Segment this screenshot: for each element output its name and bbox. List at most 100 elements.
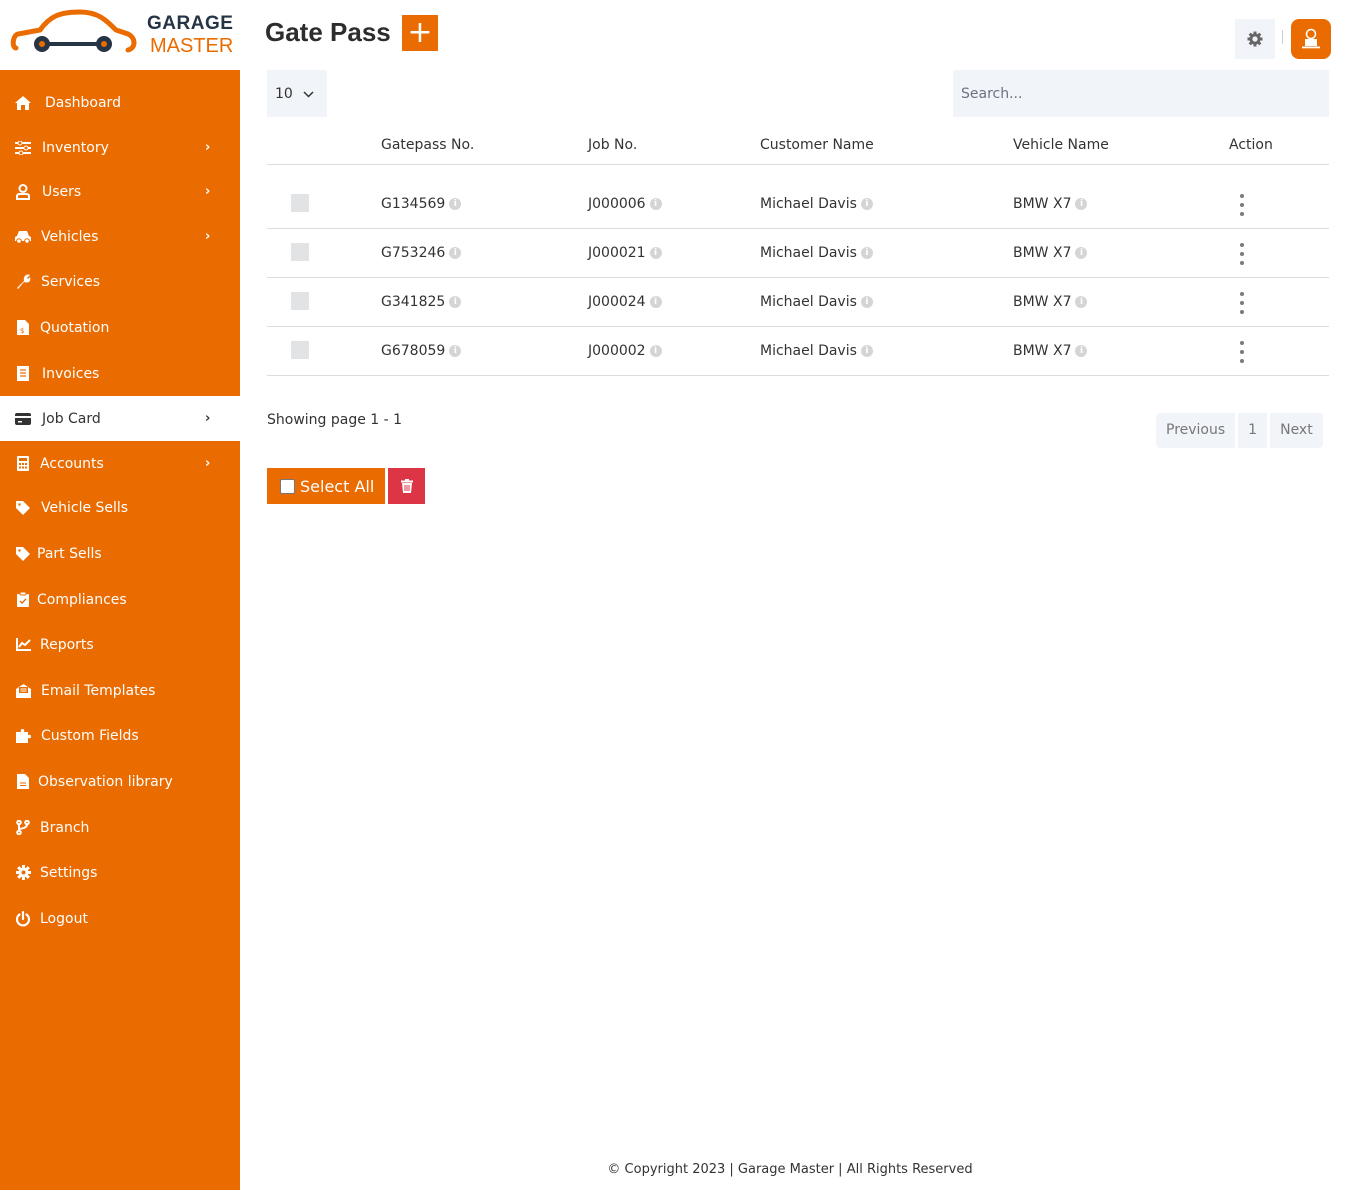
select-all-label: Select All (300, 476, 375, 496)
brand-name-line2: MASTER (150, 35, 234, 57)
user-avatar-button[interactable] (1291, 19, 1331, 59)
info-icon[interactable]: i (1075, 247, 1088, 259)
customer-name: Michael Davis (760, 343, 857, 359)
line-chart-icon (14, 636, 32, 654)
table-row: G341825 i J000024 i Michael Davis i BMW X7 i (267, 278, 1329, 327)
footer-copyright: © Copyright 2023 | Garage Master | All R… (607, 1162, 973, 1177)
pagination-info: Showing page 1 - 1 (267, 412, 403, 428)
more-actions-icon[interactable] (1237, 243, 1247, 265)
info-icon[interactable]: i (449, 296, 462, 308)
brand-logo[interactable]: GARAGE MASTER (0, 0, 240, 70)
job-number: J000021 (588, 245, 646, 261)
info-icon[interactable]: i (860, 198, 873, 210)
tag-icon (14, 545, 32, 563)
sidebar-item-label: Part Sells (37, 545, 102, 562)
page-1-button[interactable]: 1 (1238, 413, 1268, 448)
sidebar-item-logout[interactable]: Logout (0, 896, 240, 941)
info-icon[interactable]: i (860, 296, 873, 308)
sidebar-item-accounts[interactable]: Accounts › (0, 441, 240, 486)
sidebar-item-label: Reports (40, 636, 94, 653)
sidebar-item-users[interactable]: Users › (0, 169, 240, 214)
sidebar-item-custom-fields[interactable]: Custom Fields (0, 713, 240, 758)
sidebar-item-invoices[interactable]: Invoices (0, 351, 240, 396)
info-icon[interactable]: i (860, 345, 873, 357)
job-number: J000006 (588, 196, 646, 212)
sidebar-item-branch[interactable]: Branch (0, 805, 240, 850)
more-actions-icon[interactable] (1237, 194, 1247, 216)
power-icon (14, 910, 32, 928)
info-icon[interactable]: i (649, 198, 662, 210)
table-row: G753246 i J000021 i Michael Davis i BMW X7 i (267, 229, 1329, 278)
sidebar-item-inventory[interactable]: Inventory › (0, 125, 240, 170)
table-header-divider (267, 164, 1329, 165)
row-checkbox[interactable] (291, 243, 309, 261)
sidebar-item-label: Job Card (42, 410, 101, 427)
sidebar-item-label: Accounts (40, 455, 104, 472)
sidebar-item-settings[interactable]: Settings (0, 850, 240, 895)
sidebar-item-vehicles[interactable]: Vehicles › (0, 214, 240, 259)
info-icon[interactable]: i (649, 345, 662, 357)
page-title: Gate Pass (265, 17, 391, 47)
settings-button[interactable] (1235, 19, 1275, 59)
puzzle-icon (14, 727, 32, 745)
search-input[interactable] (953, 70, 1329, 117)
row-checkbox[interactable] (291, 341, 309, 359)
receipt-icon (14, 365, 32, 383)
sidebar-item-email-templates[interactable]: Email Templates (0, 668, 240, 713)
info-icon[interactable]: i (649, 247, 662, 259)
column-header-vehicle[interactable]: Vehicle Name (1013, 125, 1109, 165)
info-icon[interactable]: i (1075, 296, 1088, 308)
info-icon[interactable]: i (1075, 345, 1088, 357)
sidebar-item-label: Vehicles (41, 228, 99, 245)
sidebar-item-part-sells[interactable]: Part Sells (0, 531, 240, 576)
sidebar-item-label: Logout (40, 910, 88, 927)
sidebar-item-label: Compliances (37, 591, 127, 608)
invoice-dollar-icon: $ (14, 319, 32, 337)
row-checkbox[interactable] (291, 194, 309, 212)
sidebar-item-label: Branch (40, 819, 90, 836)
info-icon[interactable]: i (449, 198, 462, 210)
sidebar-item-dashboard[interactable]: Dashboard (0, 80, 240, 125)
customer-name: Michael Davis (760, 196, 857, 212)
page-length-select[interactable]: 10 (267, 70, 327, 117)
sidebar-item-observation-library[interactable]: Observation library (0, 759, 240, 804)
home-icon (14, 94, 32, 112)
table-row: G678059 i J000002 i Michael Davis i BMW X7 i (267, 327, 1329, 376)
job-number: J000024 (588, 294, 646, 310)
more-actions-icon[interactable] (1237, 341, 1247, 363)
previous-page-button[interactable]: Previous (1156, 413, 1236, 448)
info-icon[interactable]: i (649, 296, 662, 308)
sidebar-item-compliances[interactable]: Compliances (0, 577, 240, 622)
chevron-right-icon: › (205, 229, 211, 244)
gatepass-number: G678059 (381, 343, 446, 359)
sidebar-item-services[interactable]: Services (0, 259, 240, 304)
next-page-button[interactable]: Next (1270, 413, 1323, 448)
user-at-desk-icon (1302, 28, 1320, 49)
sidebar-item-reports[interactable]: Reports (0, 622, 240, 667)
gear-icon (1247, 31, 1263, 47)
column-header-gatepass[interactable]: Gatepass No. (381, 125, 474, 165)
sidebar: GARAGE MASTER Dashboard Inventory › User… (0, 0, 240, 1190)
select-all-checkbox[interactable] (280, 478, 295, 494)
select-all-button[interactable]: Select All (267, 468, 385, 504)
info-icon[interactable]: i (449, 247, 462, 259)
sidebar-item-label: Observation library (38, 773, 173, 790)
column-header-job[interactable]: Job No. (588, 125, 637, 165)
row-checkbox[interactable] (291, 292, 309, 310)
sidebar-item-quotation[interactable]: $ Quotation (0, 305, 240, 350)
sidebar-item-vehicle-sells[interactable]: Vehicle Sells (0, 485, 240, 530)
credit-card-icon (14, 410, 32, 428)
delete-selected-button[interactable] (388, 468, 425, 504)
envelope-open-icon (14, 682, 32, 700)
add-gate-pass-button[interactable]: + (402, 15, 438, 51)
main-content: Gate Pass + 10 Gatepass No. Job No. Cust… (240, 0, 1366, 1190)
info-icon[interactable]: i (449, 345, 462, 357)
tag-icon (14, 499, 32, 517)
sidebar-item-job-card[interactable]: Job Card › (0, 396, 240, 441)
info-icon[interactable]: i (860, 247, 873, 259)
sliders-icon (14, 139, 32, 157)
wrench-icon (14, 273, 32, 291)
more-actions-icon[interactable] (1237, 292, 1247, 314)
info-icon[interactable]: i (1075, 198, 1088, 210)
column-header-customer[interactable]: Customer Name (760, 125, 874, 165)
